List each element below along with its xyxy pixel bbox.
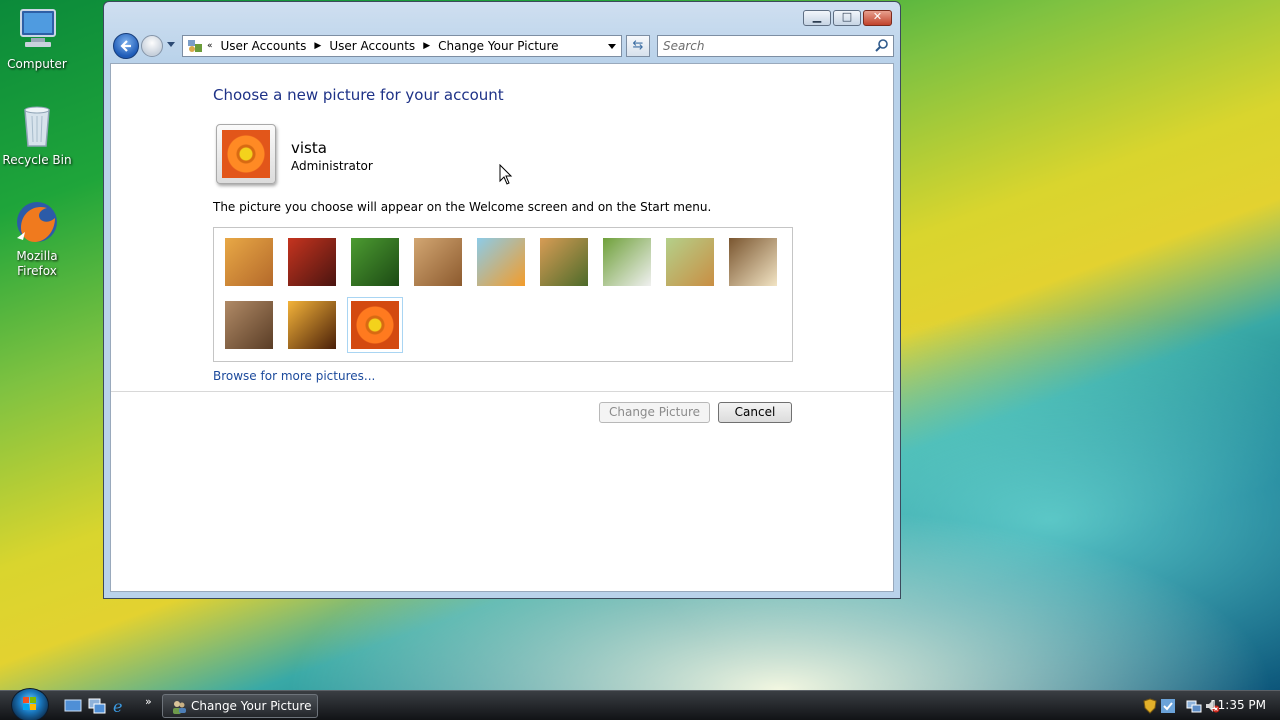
desktop-icon-label: Mozilla Firefox [16, 249, 58, 278]
taskbar-button-label: Change Your Picture [191, 699, 312, 713]
picture-option-kitten[interactable] [225, 301, 273, 349]
computer-icon [13, 6, 61, 54]
change-picture-window: ▁ □ ✕ « User Accounts ▶ User Accounts ▶ … [103, 1, 901, 599]
user-name: vista [291, 139, 327, 157]
picture-grid [213, 227, 793, 362]
quick-launch-overflow-icon[interactable]: » [145, 695, 152, 708]
taskbar: e » Change Your Picture 11:35 PM [0, 688, 1280, 720]
refresh-button[interactable]: ⇆ [626, 35, 650, 57]
desktop-icon-label: Recycle Bin [2, 153, 72, 167]
breadcrumb-separator[interactable]: ▶ [314, 41, 321, 51]
security-shield-icon[interactable] [1143, 698, 1157, 714]
show-desktop-icon[interactable] [64, 698, 82, 714]
start-button[interactable] [11, 688, 49, 720]
address-bar[interactable]: « User Accounts ▶ User Accounts ▶ Change… [182, 35, 622, 57]
picture-option-puppy[interactable] [666, 238, 714, 286]
back-button[interactable] [113, 33, 139, 59]
minimize-button[interactable]: ▁ [803, 10, 831, 26]
picture-description: The picture you choose will appear on th… [213, 200, 712, 214]
flower-avatar-icon [222, 130, 270, 178]
caption-buttons: ▁ □ ✕ [803, 10, 892, 26]
address-dropdown-icon[interactable] [608, 44, 616, 49]
recycle-bin-icon [13, 102, 61, 150]
network-icon[interactable] [1186, 698, 1202, 714]
navigation-bar: « User Accounts ▶ User Accounts ▶ Change… [112, 33, 894, 59]
picture-option-leaf[interactable] [351, 238, 399, 286]
breadcrumb-change-your-picture[interactable]: Change Your Picture [438, 39, 558, 53]
breadcrumb-user-accounts-2[interactable]: User Accounts [329, 39, 415, 53]
mouse-cursor-icon [499, 164, 513, 185]
search-input[interactable]: Search [657, 35, 894, 57]
change-picture-button[interactable]: Change Picture [599, 402, 710, 423]
cancel-button[interactable]: Cancel [718, 402, 792, 423]
control-panel-icon [188, 40, 202, 52]
taskbar-button-change-your-picture[interactable]: Change Your Picture [162, 694, 318, 718]
maximize-button[interactable]: □ [833, 10, 861, 26]
content-pane: Choose a new picture for your account vi… [110, 63, 894, 592]
internet-explorer-icon[interactable]: e [111, 698, 129, 714]
desktop-icon-label: Computer [7, 57, 67, 71]
search-icon[interactable] [875, 38, 889, 52]
windows-update-icon[interactable] [1160, 698, 1176, 714]
svg-text:e: e [113, 698, 122, 714]
picture-option-bass-clef[interactable] [225, 238, 273, 286]
firefox-icon [13, 198, 61, 246]
picture-option-sparkles[interactable] [288, 301, 336, 349]
browse-more-pictures-link[interactable]: Browse for more pictures... [213, 369, 375, 383]
desktop-icon-firefox[interactable]: Mozilla Firefox [0, 198, 74, 279]
picture-option-starfish[interactable] [288, 238, 336, 286]
back-arrow-icon [120, 40, 131, 52]
refresh-icon: ⇆ [632, 38, 644, 53]
picture-option-flower[interactable] [347, 297, 403, 353]
clock[interactable]: 11:35 PM [1210, 698, 1266, 712]
switch-windows-icon[interactable] [88, 698, 106, 714]
search-placeholder: Search [663, 39, 705, 53]
divider [111, 391, 893, 392]
forward-button[interactable] [141, 35, 163, 57]
recent-pages-dropdown[interactable] [167, 42, 175, 47]
user-role: Administrator [291, 159, 373, 173]
desktop-icon-computer[interactable]: Computer [0, 6, 74, 72]
maximize-icon: □ [841, 10, 853, 23]
address-chevron[interactable]: « [207, 41, 213, 51]
page-title: Choose a new picture for your account [213, 86, 504, 104]
minimize-icon: ▁ [812, 10, 822, 23]
windows-logo-icon [23, 697, 36, 710]
user-accounts-icon [173, 701, 186, 714]
close-button[interactable]: ✕ [863, 10, 892, 26]
close-icon: ✕ [872, 10, 883, 23]
breadcrumb-user-accounts[interactable]: User Accounts [221, 39, 307, 53]
system-tray: 11:35 PM [1130, 691, 1280, 720]
desktop-icon-recycle-bin[interactable]: Recycle Bin [0, 102, 74, 168]
picture-option-bonsai[interactable] [540, 238, 588, 286]
picture-option-chess[interactable] [729, 238, 777, 286]
breadcrumb-separator[interactable]: ▶ [423, 41, 430, 51]
current-user-picture [216, 124, 276, 184]
picture-option-soccer-ball[interactable] [603, 238, 651, 286]
picture-option-robot[interactable] [414, 238, 462, 286]
picture-option-fish[interactable] [477, 238, 525, 286]
